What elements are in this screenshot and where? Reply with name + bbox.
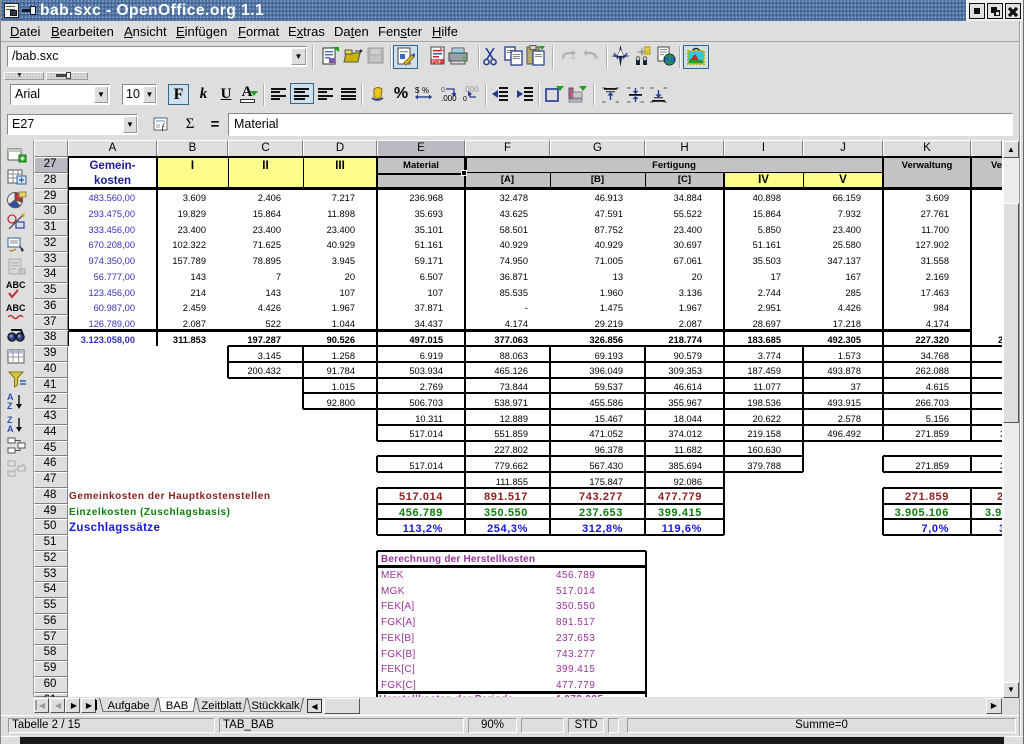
svg-text:.000: .000 xyxy=(463,85,479,94)
svg-text:PDF: PDF xyxy=(432,60,442,66)
svg-text:ABC: ABC xyxy=(6,280,26,290)
svg-text:ABC: ABC xyxy=(6,303,26,313)
svg-text:ƒ: ƒ xyxy=(161,122,166,132)
svg-text:%: % xyxy=(422,86,429,95)
svg-text:$: $ xyxy=(415,86,420,95)
svg-text:Z: Z xyxy=(7,401,13,411)
svg-text:.000: .000 xyxy=(441,94,457,103)
svg-text:0: 0 xyxy=(463,96,467,103)
svg-text:A: A xyxy=(7,424,14,434)
svg-text:0: 0 xyxy=(441,87,445,94)
